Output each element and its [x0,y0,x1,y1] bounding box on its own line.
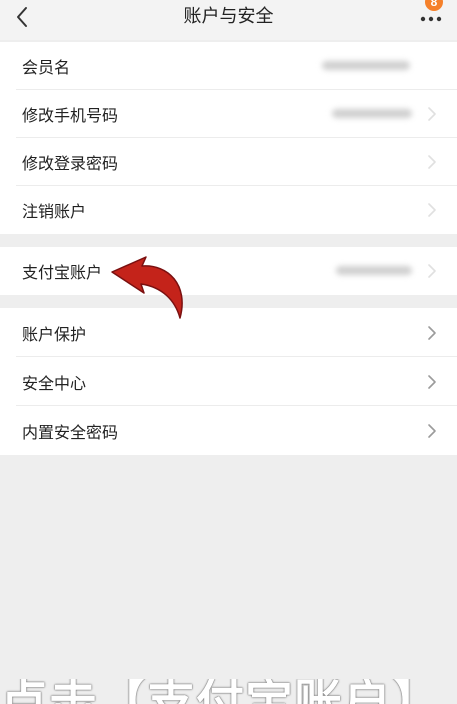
chevron-right-icon [428,423,436,438]
list-item-label: 会员名 [22,60,71,77]
chevron-right-icon [428,325,436,340]
blurred-value [332,109,412,118]
list-item-account-protection[interactable]: 账户保护 [0,308,457,357]
list-item-label: 修改手机号码 [22,108,119,125]
more-button[interactable] [416,8,446,30]
list-item-close-account[interactable]: 注销账户 [0,186,457,234]
chevron-left-icon [17,7,27,27]
list-item-label: 内置安全密码 [22,424,119,442]
blurred-value [322,61,410,70]
video-caption: 点击【支付宝账户】 [0,679,457,704]
list-item-label: 安全中心 [22,375,87,393]
chevron-right-icon [428,107,436,121]
list-item-alipay-account[interactable]: 支付宝账户 [0,247,457,295]
security-section: 账户保护 安全中心 内置安全密码 [0,308,457,455]
blurred-value [336,266,412,275]
list-item-change-password[interactable]: 修改登录密码 [0,138,457,186]
nav-bar: 账户与安全 [0,0,457,40]
list-item-label: 支付宝账户 [22,265,103,282]
page-title: 账户与安全 [183,6,274,26]
alipay-section: 支付宝账户 [0,247,457,295]
list-item-label: 修改登录密码 [22,156,119,173]
account-section: 会员名 修改手机号码 修改登录密码 注销账户 [0,42,457,234]
chevron-right-icon [428,264,436,278]
list-item-security-center[interactable]: 安全中心 [0,357,457,406]
chevron-right-icon [428,203,436,217]
chevron-right-icon [428,374,436,389]
list-item-member-name[interactable]: 会员名 [0,42,457,90]
list-item-label: 账户保护 [22,326,87,344]
back-button[interactable] [8,2,36,32]
list-item-label: 注销账户 [22,204,87,221]
list-item-builtin-security-password[interactable]: 内置安全密码 [0,406,457,455]
list-item-change-phone[interactable]: 修改手机号码 [0,90,457,138]
chevron-right-icon [428,155,436,169]
more-dots-icon [420,16,442,22]
